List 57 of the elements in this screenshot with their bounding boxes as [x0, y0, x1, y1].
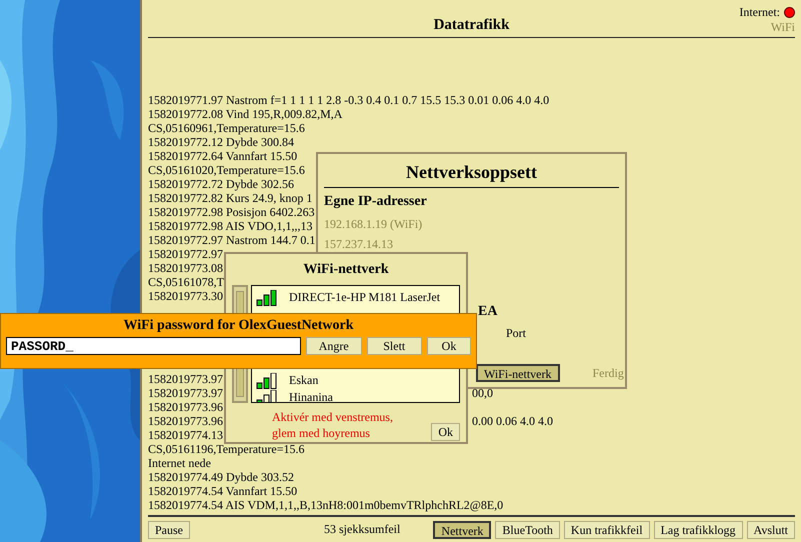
checksum-status: 53 sjekksumfeil [323, 522, 402, 537]
toolbar-button[interactable]: Kun trafikkfeil [564, 520, 650, 538]
log-line: 00,0 [472, 386, 493, 400]
log-line: 1582019773.97 [148, 372, 223, 386]
column-header: Port [505, 326, 528, 341]
log-line: 1582019772.64 Vannfart 15.50 [148, 149, 298, 163]
password-field[interactable]: PASSORD_ [6, 337, 301, 355]
wifi-label: WiFi [770, 20, 795, 35]
pause-button[interactable]: Pause [148, 520, 190, 538]
internet-label: Internet: [739, 5, 780, 20]
dialog-button[interactable]: Ok [427, 337, 471, 355]
log-line: CS,05161196,Temperature=15.6 [148, 442, 304, 456]
toolbar-button[interactable]: Nettverk [433, 520, 492, 538]
log-line: 1582019774.54 AIS VDM,1,1,,B,13nH8:001m0bemvTRlphchRL2@8E,0 [148, 498, 504, 512]
log-line: CS,05161020,Temperature=15.6 [148, 163, 305, 177]
dialog-title: WiFi-nettverk [302, 262, 390, 278]
network-item[interactable]: Hinanina [252, 389, 459, 402]
dialog-button[interactable]: Slett [366, 337, 422, 355]
log-line: CS,05161078,T [148, 275, 224, 289]
log-line: 1582019772.08 Vind 195,R,009.82,M,A [148, 107, 342, 121]
log-line: 1582019772.72 Dybde 302.56 [148, 177, 294, 191]
dialog-title: Nettverksoppsett [324, 162, 619, 188]
hint-text: Aktivér med venstremus, glem med hoyremus [271, 409, 393, 441]
network-item[interactable]: DIRECT-1e-HP M181 LaserJet [252, 289, 459, 306]
log-line: 1582019774.54 Vannfart 15.50 [148, 484, 298, 498]
window-title: Datatrafikk [434, 17, 510, 35]
log-line: 1582019772.12 Dybde 300.84 [148, 135, 294, 149]
log-line: 1582019771.97 Nastrom f=1 1 1 1 1 2.8 -0.3 0.4 0.1 0.7 15.5 15.3 0.01 0.06 4.0 4.0 [148, 93, 550, 107]
log-line: 1582019772.97 [148, 247, 223, 261]
toolbar-button[interactable]: Avslutt [746, 520, 795, 538]
log-line: 0.00 0.06 4.0 4.0 [472, 414, 553, 428]
log-line: 1582019774.49 Dybde 303.52 [148, 470, 294, 484]
ip-address: 192.168.1.19 (WiFi) [324, 216, 424, 233]
signal-icon [256, 290, 277, 306]
toolbar-button[interactable]: Lag trafikklogg [654, 520, 743, 538]
log-line: 1582019774.13 [148, 428, 223, 442]
section-heading: Egne IP-adresser [324, 194, 428, 210]
log-line: 1582019773.30 [148, 289, 223, 303]
log-line: 1582019773.08 [148, 261, 223, 275]
signal-icon [256, 372, 277, 388]
dialog-button[interactable]: WiFi-nettverk [476, 364, 560, 382]
log-line: 1582019772.98 Posisjon 6402.263 [148, 205, 315, 219]
dialog-button[interactable]: Angre [306, 337, 362, 355]
dialog-title: WiFi password for OlexGuestNetwork [122, 318, 355, 334]
toolbar-button[interactable]: BlueTooth [495, 520, 560, 538]
log-line: 1582019772.82 Kurs 24.9, knop 1 [148, 191, 312, 205]
log-line: 1582019773.96 [148, 414, 223, 428]
log-line: Internet nede [148, 456, 211, 470]
log-line: 1582019773.96 [148, 400, 223, 414]
ok-button[interactable]: Ok [431, 423, 460, 441]
log-line: 1582019772.98 AIS VDO,1,1,,,13 [148, 219, 312, 233]
network-item[interactable]: Eskan [252, 372, 459, 389]
ip-address: 157.237.14.13 [324, 236, 394, 253]
log-line: CS,05160961,Temperature=15.6 [148, 121, 305, 135]
section-heading: EA [477, 304, 498, 320]
log-line: 1582019773.97 [148, 386, 223, 400]
log-line: 1582019772.97 Nastrom 144.7 0.1 [148, 233, 316, 247]
